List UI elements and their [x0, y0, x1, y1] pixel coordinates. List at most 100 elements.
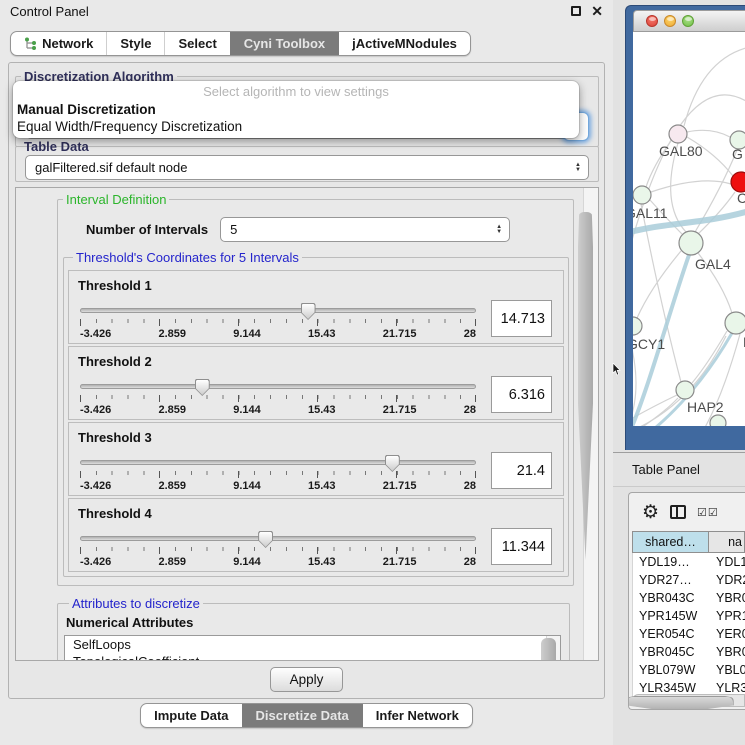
threshold-1-value-field[interactable]: 14.713: [491, 300, 552, 337]
table-horizontal-scrollbar[interactable]: [632, 694, 745, 707]
settings-scrollbar[interactable]: [583, 188, 598, 660]
tab-discretize-data-label: Discretize Data: [256, 708, 349, 723]
scrollbar-thumb[interactable]: [578, 212, 593, 560]
tab-select[interactable]: Select: [164, 32, 229, 55]
network-node-label: C: [737, 190, 745, 206]
slider-track[interactable]: [80, 460, 476, 465]
tab-network[interactable]: Network: [11, 32, 106, 55]
threshold-3-label: Threshold 3: [78, 430, 554, 445]
network-node-label: GCY1: [633, 336, 665, 352]
slider-thumb[interactable]: [258, 531, 273, 548]
slider-thumb[interactable]: [385, 455, 400, 472]
network-node[interactable]: [725, 312, 745, 334]
close-traffic-light[interactable]: [646, 15, 658, 27]
table-row[interactable]: YDL19…YDL1: [633, 553, 745, 571]
table-row[interactable]: YBR045CYBR0: [633, 643, 745, 661]
stepper-icon[interactable]: ▲▼: [496, 225, 502, 235]
slider-tick-labels: -3.4262.8599.14415.4321.71528: [80, 480, 476, 492]
table-panel: ⚙ ☑☑ shared… na YDL19…YDL1YDR27…YDR2YBR0…: [628, 492, 745, 710]
network-node[interactable]: [633, 317, 642, 335]
network-node[interactable]: [633, 186, 651, 204]
tab-style[interactable]: Style: [106, 32, 164, 55]
scrollbar-thumb[interactable]: [628, 696, 734, 710]
network-node-label: GAL80: [659, 143, 703, 159]
column-header-name[interactable]: na: [709, 531, 745, 553]
slider-track[interactable]: [80, 308, 476, 313]
slider-ticks: [80, 319, 476, 326]
tab-impute-data[interactable]: Impute Data: [141, 704, 241, 727]
attribute-list-item[interactable]: SelfLoops: [65, 636, 560, 653]
table-row[interactable]: YDR27…YDR2: [633, 571, 745, 589]
tick-label: 9.144: [233, 328, 261, 340]
cyni-toolbox-panel: Discretization Algorithm Select algorith…: [8, 62, 605, 699]
tick-label: 21.715: [383, 556, 417, 568]
network-node-label: GAL11: [633, 205, 668, 221]
table-header-row: shared… na: [632, 531, 745, 553]
tick-label: 15.43: [308, 328, 336, 340]
threshold-1-slider[interactable]: -3.4262.8599.14415.4321.71528: [80, 305, 476, 340]
control-panel-title: Control Panel: [10, 4, 89, 19]
attribute-list-item[interactable]: TopologicalCoefficient: [65, 653, 560, 661]
number-of-intervals-combo[interactable]: 5 ▲▼: [220, 217, 510, 242]
table-data-combo[interactable]: galFiltered.sif default node ▲▼: [25, 155, 589, 180]
slider-thumb[interactable]: [195, 379, 210, 396]
network-node[interactable]: [679, 231, 703, 255]
tab-jactivemnodules[interactable]: jActiveMNodules: [338, 32, 470, 55]
tab-infer-network[interactable]: Infer Network: [362, 704, 472, 727]
table-row[interactable]: YBR043CYBR0: [633, 589, 745, 607]
tab-infer-network-label: Infer Network: [376, 708, 459, 723]
popup-item-manual-discretization[interactable]: Manual Discretization: [13, 102, 579, 119]
thresholds-title: Threshold's Coordinates for 5 Intervals: [73, 250, 302, 265]
columns-icon[interactable]: [670, 505, 686, 519]
top-tab-row: Network Style Select Cyni Toolbox jActiv…: [0, 31, 481, 56]
slider-track[interactable]: [80, 536, 476, 541]
tick-label: -3.426: [80, 556, 111, 568]
slider-ticks: [80, 471, 476, 478]
settings-scroll-panel: Interval Definition Number of Intervals …: [15, 187, 599, 661]
control-panel-titlebar: Control Panel ✕: [0, 0, 613, 22]
network-node[interactable]: [676, 381, 694, 399]
table-row[interactable]: YPR145WYPR1: [633, 607, 745, 625]
network-canvas[interactable]: GAL80GCGAL11GAL4GCY1HHAP2: [633, 32, 745, 426]
tab-discretize-data[interactable]: Discretize Data: [242, 704, 362, 727]
float-window-icon[interactable]: [571, 6, 581, 16]
tick-label: 21.715: [383, 404, 417, 416]
table-row[interactable]: YER054CYER0: [633, 625, 745, 643]
attributes-list-scrollbar[interactable]: [546, 636, 560, 661]
network-window-titlebar[interactable]: [633, 10, 745, 32]
numerical-attributes-list[interactable]: SelfLoopsTopologicalCoefficientBetweenne…: [64, 635, 561, 661]
gear-icon[interactable]: ⚙: [642, 503, 659, 522]
slider-track[interactable]: [80, 384, 476, 389]
apply-button[interactable]: Apply: [270, 667, 344, 692]
stepper-icon[interactable]: ▲▼: [575, 163, 581, 173]
zoom-traffic-light[interactable]: [682, 15, 694, 27]
tick-label: 9.144: [233, 404, 261, 416]
slider-ticks: [80, 395, 476, 402]
threshold-4-value-field[interactable]: 11.344: [491, 528, 552, 565]
table-body: YDL19…YDL1YDR27…YDR2YBR043CYBR0YPR145WYP…: [632, 553, 745, 699]
threshold-2-value-field[interactable]: 6.316: [491, 376, 552, 413]
minimize-traffic-light[interactable]: [664, 15, 676, 27]
tab-cyni-toolbox[interactable]: Cyni Toolbox: [230, 32, 338, 55]
network-node[interactable]: [710, 415, 726, 426]
scrollbar-thumb[interactable]: [541, 638, 556, 661]
network-node-label: G: [732, 146, 743, 162]
close-icon[interactable]: ✕: [591, 6, 603, 16]
tick-label: 9.144: [233, 556, 261, 568]
tick-label: -3.426: [80, 480, 111, 492]
threshold-3-slider[interactable]: -3.4262.8599.14415.4321.71528: [80, 457, 476, 492]
slider-thumb[interactable]: [301, 303, 316, 320]
popup-item-equal-width-frequency[interactable]: Equal Width/Frequency Discretization: [13, 119, 579, 136]
bottom-tab-group: Impute Data Discretize Data Infer Networ…: [140, 703, 473, 728]
threshold-4-slider[interactable]: -3.4262.8599.14415.4321.71528: [80, 533, 476, 568]
table-row[interactable]: YBL079WYBL0: [633, 661, 745, 679]
threshold-3-value-field[interactable]: 21.4: [491, 452, 552, 489]
network-icon: [24, 37, 37, 51]
select-columns-checkboxes-icon[interactable]: ☑☑: [697, 506, 719, 519]
column-header-shared-name[interactable]: shared…: [632, 531, 709, 553]
mouse-cursor: [612, 363, 621, 376]
threshold-2-slider[interactable]: -3.4262.8599.14415.4321.71528: [80, 381, 476, 416]
attributes-to-discretize-group: Attributes to discretize Numerical Attri…: [57, 596, 570, 661]
network-node[interactable]: [669, 125, 687, 143]
network-node[interactable]: [731, 172, 745, 192]
